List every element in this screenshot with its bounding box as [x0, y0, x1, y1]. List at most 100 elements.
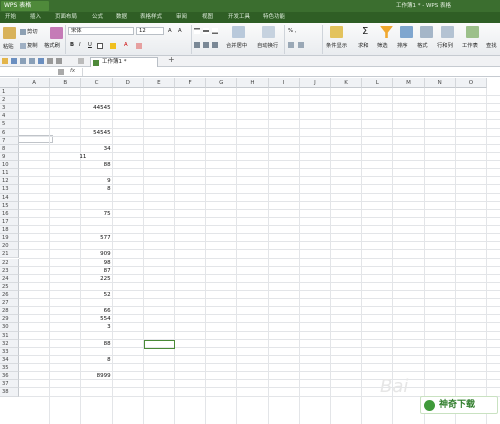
bold-button[interactable]: B	[70, 41, 74, 49]
column-header[interactable]: O	[455, 78, 487, 88]
cell-value[interactable]: 87	[81, 267, 111, 275]
format-button[interactable]	[420, 26, 434, 38]
export-icon[interactable]	[38, 58, 44, 64]
copy-button[interactable]: 复制	[20, 42, 38, 50]
font-color-button[interactable]: A	[124, 41, 128, 49]
menu-insert[interactable]: 插入	[30, 12, 41, 23]
row-header[interactable]: 9	[0, 152, 19, 162]
sum-icon[interactable]: Σ	[362, 26, 368, 37]
column-header[interactable]: K	[331, 78, 363, 88]
save-icon[interactable]	[11, 58, 17, 64]
cell-value[interactable]: 98	[81, 259, 111, 267]
cell-value[interactable]: 9	[81, 177, 111, 185]
row-header[interactable]: 11	[0, 169, 19, 178]
row-header[interactable]: 34	[0, 355, 19, 365]
tab-nav-icon[interactable]	[78, 58, 84, 64]
column-header[interactable]: L	[362, 78, 394, 88]
row-header[interactable]: 3	[0, 104, 19, 113]
row-header[interactable]: 14	[0, 193, 19, 202]
row-header[interactable]: 35	[0, 364, 19, 373]
row-header[interactable]: 25	[0, 282, 19, 291]
select-all-corner[interactable]	[0, 78, 19, 88]
menu-page-layout[interactable]: 页面布局	[55, 12, 77, 23]
row-header[interactable]: 24	[0, 274, 19, 283]
cell-value[interactable]: 88	[81, 340, 111, 348]
menu-data[interactable]: 数据	[116, 12, 127, 23]
find-label[interactable]: 查找	[486, 42, 497, 50]
cell-value[interactable]: 8	[81, 185, 111, 193]
new-tab-icon[interactable]: +	[168, 55, 175, 64]
row-header[interactable]: 19	[0, 234, 19, 243]
zoom-icon[interactable]	[58, 69, 64, 75]
row-header[interactable]: 4	[0, 112, 19, 121]
cell-value[interactable]: 11	[79, 153, 108, 161]
row-header[interactable]: 20	[0, 242, 19, 251]
redo-icon[interactable]	[56, 58, 62, 64]
border-button[interactable]	[97, 42, 104, 49]
row-header[interactable]: 15	[0, 201, 19, 210]
row-header[interactable]: 30	[0, 323, 19, 332]
row-header[interactable]: 27	[0, 299, 19, 308]
row-header[interactable]: 6	[0, 128, 19, 137]
row-header[interactable]: 7	[0, 136, 19, 145]
menu-formulas[interactable]: 公式	[92, 12, 103, 23]
row-header[interactable]: 32	[0, 339, 19, 348]
font-name-select[interactable]: 宋体	[68, 27, 134, 35]
row-header[interactable]: 5	[0, 120, 19, 129]
paste-button[interactable]	[3, 27, 17, 39]
row-header[interactable]: 10	[0, 161, 19, 170]
align-right-button[interactable]	[212, 41, 219, 48]
align-middle-button[interactable]	[203, 27, 210, 34]
row-header[interactable]: 2	[0, 96, 19, 105]
align-bottom-button[interactable]	[212, 27, 219, 34]
row-header[interactable]: 36	[0, 372, 19, 381]
row-header[interactable]: 18	[0, 226, 19, 235]
cell-value[interactable]: 554	[81, 315, 111, 323]
print-icon[interactable]	[20, 58, 26, 64]
column-header[interactable]: N	[424, 78, 456, 88]
row-header[interactable]: 13	[0, 185, 19, 194]
row-header[interactable]: 33	[0, 347, 19, 356]
cell-value[interactable]: 577	[81, 234, 111, 242]
row-header[interactable]: 29	[0, 315, 19, 324]
font-grow-button[interactable]: A	[168, 27, 172, 35]
row-header[interactable]: 38	[0, 388, 19, 397]
clear-format-button[interactable]	[136, 42, 143, 49]
column-header[interactable]: E	[143, 78, 175, 88]
column-header[interactable]: I	[268, 78, 300, 88]
cell-value[interactable]: 8	[81, 356, 111, 364]
column-header[interactable]: D	[112, 78, 144, 88]
cell-value[interactable]: 52	[81, 291, 111, 299]
row-header[interactable]: 28	[0, 307, 19, 316]
format-painter-button[interactable]	[50, 27, 64, 39]
undo-icon[interactable]	[47, 58, 53, 64]
print-preview-icon[interactable]	[29, 58, 35, 64]
workbook-tab[interactable]: 工作簿1 *	[90, 57, 158, 67]
sort-button[interactable]	[400, 26, 414, 38]
row-header[interactable]: 21	[0, 250, 19, 259]
selected-cell[interactable]	[143, 339, 175, 349]
row-header[interactable]: 26	[0, 291, 19, 300]
align-top-button[interactable]	[194, 27, 201, 34]
cell-value[interactable]: 8999	[81, 372, 111, 380]
column-header[interactable]: M	[393, 78, 425, 88]
fill-color-button[interactable]	[110, 42, 117, 49]
row-header[interactable]: 1	[0, 88, 19, 97]
column-header[interactable]: A	[19, 78, 51, 88]
menu-home[interactable]: 开始	[5, 12, 16, 23]
fx-icon[interactable]: fx	[70, 68, 75, 74]
column-header[interactable]: H	[237, 78, 269, 88]
row-header[interactable]: 8	[0, 144, 19, 153]
column-header[interactable]: G	[206, 78, 238, 88]
align-center-button[interactable]	[203, 41, 210, 48]
column-header[interactable]: C	[81, 78, 113, 88]
column-header[interactable]: F	[175, 78, 207, 88]
column-header[interactable]: B	[50, 78, 82, 88]
app-menu-button[interactable]: WPS 表格	[1, 1, 49, 11]
row-header[interactable]: 22	[0, 258, 19, 267]
cell-value[interactable]: 75	[81, 210, 111, 218]
filter-button[interactable]	[380, 26, 394, 38]
row-header[interactable]: 16	[0, 209, 19, 218]
cell-value[interactable]: 225	[81, 275, 111, 283]
row-header[interactable]: 12	[0, 177, 19, 186]
